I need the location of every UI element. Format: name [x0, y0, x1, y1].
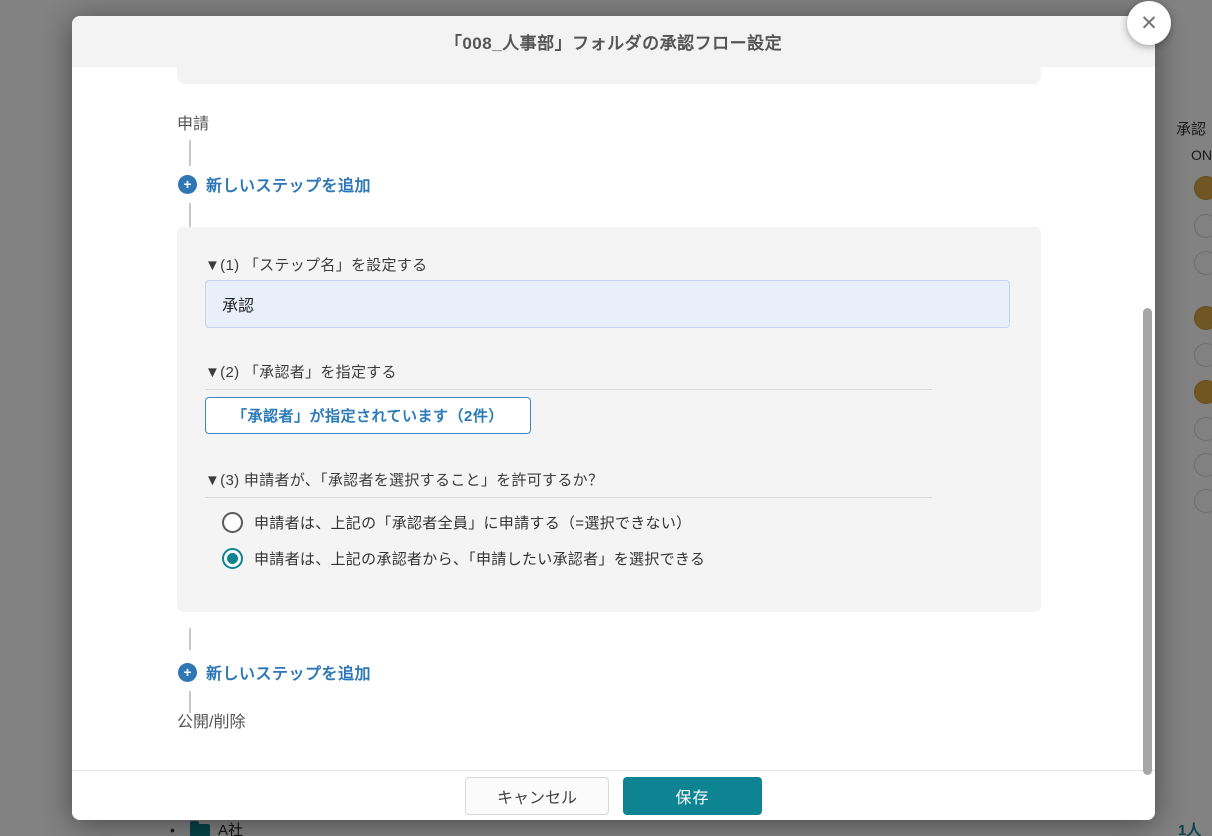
modal-title: 「008_人事部」フォルダの承認フロー設定: [445, 29, 782, 54]
flow-connector: [189, 628, 191, 650]
flow-connector: [189, 140, 191, 166]
radio-option-select-approver[interactable]: 申請者は、上記の承認者から、「申請したい承認者」を選択できる: [222, 548, 705, 569]
screen: 承認 ON • A社 1人 「008_人事部」フォルダの承認フロー設定 申請 +…: [0, 0, 1212, 836]
add-step-button-bottom[interactable]: + 新しいステップを追加: [178, 660, 371, 684]
radio-icon: [222, 512, 243, 533]
add-step-label: 新しいステップを追加: [206, 660, 371, 684]
section-permission-title: ▼(3) 申請者が、「承認者を選択すること」を許可するか？: [205, 469, 932, 498]
modal-scrollbar[interactable]: [1143, 308, 1152, 775]
plus-icon: +: [178, 663, 197, 682]
radio-option-apply-to-all[interactable]: 申請者は、上記の「承認者全員」に申請する（=選択できない）: [222, 512, 691, 533]
radio-label: 申請者は、上記の「承認者全員」に申請する（=選択できない）: [254, 512, 691, 533]
plus-icon: +: [178, 175, 197, 194]
flow-connector: [189, 203, 191, 227]
modal-footer: キャンセル 保存: [72, 770, 1155, 820]
section-step-name-title: ▼(1) 「ステップ名」を設定する: [205, 254, 932, 283]
cancel-button[interactable]: キャンセル: [465, 777, 609, 815]
flow-end-label: 公開/削除: [177, 708, 245, 732]
scrolled-card-remnant: [177, 67, 1041, 84]
approval-flow-modal: 「008_人事部」フォルダの承認フロー設定 申請 + 新しいステップを追加 ▼(…: [72, 16, 1155, 820]
step-name-input[interactable]: [205, 280, 1010, 328]
add-step-label: 新しいステップを追加: [206, 172, 371, 196]
radio-label: 申請者は、上記の承認者から、「申請したい承認者」を選択できる: [254, 548, 705, 569]
step-settings-card: ▼(1) 「ステップ名」を設定する ▼(2) 「承認者」を指定する 「承認者」が…: [177, 227, 1041, 612]
approvers-assigned-button[interactable]: 「承認者」が指定されています（2件）: [205, 397, 531, 434]
radio-icon: [222, 548, 243, 569]
section-approvers-title: ▼(2) 「承認者」を指定する: [205, 361, 932, 390]
modal-header: 「008_人事部」フォルダの承認フロー設定: [72, 16, 1155, 67]
flow-start-label: 申請: [177, 110, 209, 134]
close-icon[interactable]: ✕: [1127, 1, 1171, 45]
save-button[interactable]: 保存: [623, 777, 762, 815]
add-step-button-top[interactable]: + 新しいステップを追加: [178, 172, 371, 196]
